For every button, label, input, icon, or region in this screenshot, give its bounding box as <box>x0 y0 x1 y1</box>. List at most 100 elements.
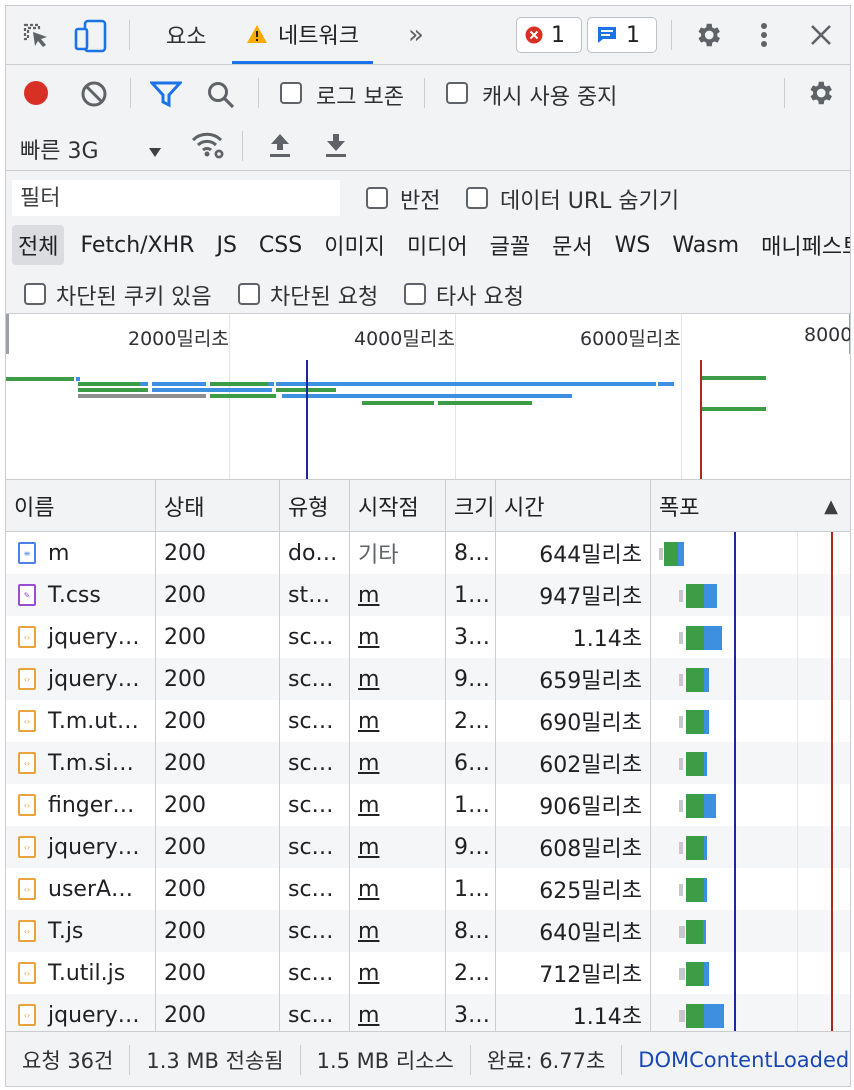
cell-initiator[interactable]: m <box>350 952 446 994</box>
cell-waterfall[interactable] <box>651 994 850 1031</box>
cell-name[interactable]: ‹› T.js <box>6 910 156 952</box>
export-har-icon[interactable] <box>324 132 348 164</box>
device-toolbar-icon[interactable] <box>72 18 110 54</box>
table-row[interactable]: ‹› jquery… 200 sc… m 3… 1.14초 <box>6 616 850 658</box>
cell-initiator[interactable]: m <box>350 910 446 952</box>
column-header-initiator[interactable]: 시작점 <box>350 480 446 532</box>
cell-waterfall[interactable] <box>651 700 850 742</box>
type-filter-wasm[interactable]: Wasm <box>666 229 745 262</box>
tab-network[interactable]: 네트워크 <box>232 6 373 64</box>
message-count-badge[interactable]: 1 <box>587 17 657 53</box>
column-header-size[interactable]: 크기 <box>446 480 496 532</box>
cell-status: 200 <box>156 784 280 826</box>
type-filter-ws[interactable]: WS <box>609 229 657 262</box>
table-row[interactable]: ‹› T.util.js 200 sc… m 2… 712밀리초 <box>6 952 850 994</box>
error-count-badge[interactable]: 1 <box>516 17 582 53</box>
cell-initiator[interactable]: m <box>350 574 446 616</box>
third-party-checkbox[interactable] <box>404 283 426 305</box>
cell-waterfall[interactable] <box>651 784 850 826</box>
table-row[interactable]: ‹› jquery… 200 sc… m 9… 659밀리초 <box>6 658 850 700</box>
hide-data-urls-checkbox[interactable] <box>466 187 488 209</box>
column-header-time[interactable]: 시간 <box>496 480 651 532</box>
cell-name[interactable]: ‹› T.m.ut… <box>6 700 156 742</box>
inspect-element-icon[interactable] <box>20 20 52 52</box>
type-filter-css[interactable]: CSS <box>253 229 308 262</box>
type-filter-all[interactable]: 전체 <box>12 225 65 265</box>
type-filter-manifest[interactable]: 매니페스트 <box>755 225 850 265</box>
cell-initiator[interactable]: m <box>350 826 446 868</box>
cell-name[interactable]: ‹› jquery… <box>6 826 156 868</box>
cell-size: 2… <box>446 700 496 742</box>
table-row[interactable]: ‹› T.js 200 sc… m 8… 640밀리초 <box>6 910 850 952</box>
settings-gear-icon[interactable] <box>692 19 724 51</box>
cell-initiator[interactable]: m <box>350 742 446 784</box>
search-icon[interactable] <box>206 80 236 116</box>
cell-name[interactable]: ‹› userA… <box>6 868 156 910</box>
type-filter-js[interactable]: JS <box>210 229 242 262</box>
network-conditions-icon[interactable] <box>190 129 226 167</box>
cell-waterfall[interactable] <box>651 952 850 994</box>
invert-checkbox[interactable] <box>366 187 388 209</box>
import-har-icon[interactable] <box>268 132 292 164</box>
more-options-icon[interactable] <box>752 19 776 51</box>
cell-waterfall[interactable] <box>651 616 850 658</box>
cell-name[interactable]: ‹› jquery… <box>6 994 156 1031</box>
filter-icon[interactable] <box>148 80 184 114</box>
cell-initiator[interactable]: m <box>350 868 446 910</box>
table-row[interactable]: ‹› userA… 200 sc… m 1… 625밀리초 <box>6 868 850 910</box>
column-header-type[interactable]: 유형 <box>280 480 350 532</box>
grid-divider <box>797 742 798 784</box>
table-row[interactable]: ‹› jquery… 200 sc… m 3… 1.14초 <box>6 994 850 1031</box>
table-row[interactable]: ‹› finger… 200 sc… m 1… 906밀리초 <box>6 784 850 826</box>
grid-divider <box>797 994 798 1031</box>
cell-waterfall[interactable] <box>651 742 850 784</box>
throttling-select[interactable]: 빠른 3G <box>20 129 170 164</box>
cell-status: 200 <box>156 826 280 868</box>
cell-name[interactable]: ‹› jquery… <box>6 658 156 700</box>
filter-input[interactable] <box>12 180 340 216</box>
table-row[interactable]: ≡ m 200 do… 기타 8… 644밀리초 <box>6 532 850 574</box>
type-filter-media[interactable]: 미디어 <box>401 225 474 265</box>
network-settings-gear-icon[interactable] <box>805 78 835 114</box>
table-row[interactable]: ‹› jquery… 200 sc… m 9… 608밀리초 <box>6 826 850 868</box>
cell-waterfall[interactable] <box>651 574 850 616</box>
cell-name[interactable]: ‹› jquery… <box>6 616 156 658</box>
cell-name[interactable]: ✎ T.css <box>6 574 156 616</box>
close-icon[interactable] <box>806 20 836 50</box>
cell-initiator[interactable]: m <box>350 658 446 700</box>
cell-initiator[interactable]: m <box>350 994 446 1031</box>
cell-name[interactable]: ‹› finger… <box>6 784 156 826</box>
cell-waterfall[interactable] <box>651 826 850 868</box>
overview-left-handle[interactable] <box>6 314 9 354</box>
column-header-name[interactable]: 이름 <box>6 480 156 532</box>
type-filter-font[interactable]: 글꼴 <box>484 225 536 265</box>
preserve-log-checkbox[interactable] <box>280 82 302 104</box>
cell-name[interactable]: ‹› T.util.js <box>6 952 156 994</box>
blocked-requests-checkbox[interactable] <box>238 283 260 305</box>
column-header-status[interactable]: 상태 <box>156 480 280 532</box>
cell-initiator[interactable]: m <box>350 784 446 826</box>
cell-initiator[interactable]: m <box>350 700 446 742</box>
disable-cache-checkbox[interactable] <box>446 82 468 104</box>
record-button[interactable] <box>22 79 50 113</box>
table-row[interactable]: ‹› T.m.ut… 200 sc… m 2… 690밀리초 <box>6 700 850 742</box>
cell-initiator[interactable]: m <box>350 616 446 658</box>
cell-waterfall[interactable] <box>651 868 850 910</box>
type-filter-fetch-xhr[interactable]: Fetch/XHR <box>74 229 200 262</box>
tab-elements[interactable]: 요소 <box>166 6 206 64</box>
clear-icon[interactable] <box>80 80 108 114</box>
cell-waterfall[interactable] <box>651 910 850 952</box>
column-header-waterfall[interactable]: 폭포 ▲ <box>651 480 850 532</box>
type-filter-doc[interactable]: 문서 <box>546 225 598 265</box>
cell-name[interactable]: ≡ m <box>6 532 156 574</box>
table-row[interactable]: ✎ T.css 200 st… m 1… 947밀리초 <box>6 574 850 616</box>
network-overview[interactable]: 2000밀리초 4000밀리초 6000밀리초 8000 <box>6 314 850 480</box>
cell-waterfall[interactable] <box>651 532 850 574</box>
table-row[interactable]: ‹› T.m.si… 200 sc… m 6… 602밀리초 <box>6 742 850 784</box>
blocked-cookies-checkbox[interactable] <box>24 283 46 305</box>
cell-name[interactable]: ‹› T.m.si… <box>6 742 156 784</box>
cell-waterfall[interactable] <box>651 658 850 700</box>
type-filter-image[interactable]: 이미지 <box>318 225 391 265</box>
domcontentloaded-marker <box>734 994 736 1031</box>
more-tabs-button[interactable]: » <box>408 6 424 64</box>
